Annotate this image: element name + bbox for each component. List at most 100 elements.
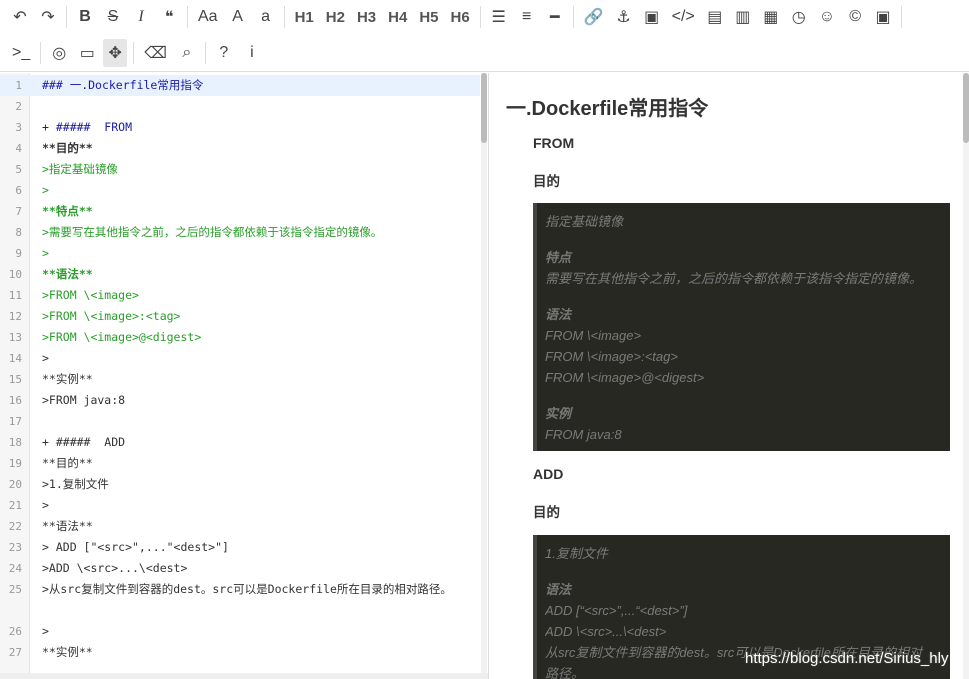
code-icon[interactable]: </> — [668, 3, 699, 31]
line-number: 8 — [15, 226, 22, 239]
code-file-icon[interactable]: ▥ — [731, 3, 755, 31]
bold-icon[interactable]: B — [73, 3, 97, 31]
clock-icon[interactable]: ◷ — [787, 3, 811, 31]
info-icon[interactable]: i — [240, 39, 264, 67]
anchor-icon[interactable]: ⚓ — [612, 3, 636, 31]
line-number: 10 — [8, 268, 22, 281]
copyright-icon[interactable]: © — [843, 3, 867, 31]
editor-horizontal-scrollbar[interactable] — [0, 673, 488, 679]
markdown-source-editor[interactable]: 1 ### 一.Dockerfile常用指令 2 3 + ##### FROM 4 **目的… — [0, 73, 489, 679]
toolbar-row-2: >_ ◎ ▭ ✥ ⌫ ⌕? i — [8, 37, 268, 69]
desktop-icon[interactable]: ▭ — [75, 39, 99, 67]
eraser-icon[interactable]: ⌫ — [140, 39, 171, 67]
editor-line[interactable]: 3 + ##### FROM — [0, 117, 480, 138]
table-icon[interactable]: ▦ — [759, 3, 783, 31]
line-number: 11 — [8, 289, 22, 302]
line-number: 25 — [8, 583, 22, 596]
editor-line[interactable]: 20 >1.复制文件 — [0, 474, 480, 495]
line-number: 20 — [8, 478, 22, 491]
eye-slash-icon[interactable]: ◎ — [47, 39, 71, 67]
terminal-icon[interactable]: >_ — [8, 39, 34, 67]
help-icon[interactable]: ? — [212, 39, 236, 67]
uppercase-a-icon[interactable]: A — [226, 3, 250, 31]
editor-line[interactable]: 16 >FROM java:8 — [0, 390, 480, 411]
editor-line[interactable]: 2 — [0, 96, 480, 117]
editor-line[interactable]: 10 **语法** — [0, 264, 480, 285]
redo-icon[interactable]: ↷ — [36, 3, 60, 31]
preview-scroll-thumb[interactable] — [963, 73, 969, 143]
code-block-icon[interactable]: ▤ — [703, 3, 727, 31]
emoji-icon[interactable]: ☺ — [815, 3, 839, 31]
editor-line[interactable]: 6 > — [0, 180, 480, 201]
image-icon[interactable]: ▣ — [640, 3, 664, 31]
fullscreen-icon[interactable]: ✥ — [103, 39, 128, 67]
editor-vertical-scrollbar[interactable] — [481, 73, 487, 679]
editor-line[interactable]: 18 + ##### ADD — [0, 432, 480, 453]
quote-gap — [545, 388, 942, 403]
h3-button[interactable]: H3 — [353, 3, 380, 31]
toolbar-row-1: ↶ ↷ B S I ❝ Aa Aa H1 H2 H3 H4 H5 H6 ☰ ≡ ━ 🔗 ⚓ ▣ </> ▤ ▥ ▦ ◷ ☺ © ▣ — [8, 1, 908, 33]
editor-line[interactable]: 22 **语法** — [0, 516, 480, 537]
preview-from-blockquote: 指定基础镜像 特点 需要写在其他指令之前，之后的指令都依赖于该指令指定的镜像。 语法 F… — [533, 203, 950, 451]
h4-button[interactable]: H4 — [384, 3, 411, 31]
link-icon[interactable]: 🔗 — [580, 3, 608, 31]
editor-line[interactable]: 23 > ADD ["<src>",..."<dest>"] — [0, 537, 480, 558]
unordered-list-icon[interactable]: ☰ — [487, 3, 511, 31]
quote-strong-text: 语法 — [545, 582, 572, 597]
lowercase-a-icon[interactable]: a — [254, 3, 278, 31]
quote-strong-text: 语法 — [545, 307, 572, 322]
line-text: **实例** — [42, 372, 93, 386]
toolbar-divider — [479, 6, 481, 28]
editor-line[interactable]: 27 **实例** — [0, 642, 480, 663]
watermark: https://blog.csdn.net/Sirius_hly — [745, 650, 949, 667]
quote-text: 1.复制文件 — [545, 546, 608, 561]
h2-button[interactable]: H2 — [322, 3, 349, 31]
editor-line[interactable]: 19 **目的** — [0, 453, 480, 474]
quote-strong-text: 特点 — [545, 250, 572, 265]
quote-text: ADD [“<src>”,...“<dest>”] — [545, 603, 688, 618]
editor-line[interactable]: 7 **特点** — [0, 201, 480, 222]
line-number: 12 — [8, 310, 22, 323]
editor-line[interactable]: 14 > — [0, 348, 480, 369]
editor-line[interactable]: 12 >FROM \<image>:<tag> — [0, 306, 480, 327]
editor-line[interactable]: 17 — [0, 411, 480, 432]
line-number: 2 — [15, 100, 22, 113]
italic-icon[interactable]: I — [129, 3, 153, 31]
undo-icon[interactable]: ↶ — [8, 3, 32, 31]
editor-line[interactable]: 9 > — [0, 243, 480, 264]
strikethrough-icon[interactable]: S — [101, 3, 125, 31]
editor-line[interactable]: 1 ### 一.Dockerfile常用指令 — [0, 75, 480, 96]
uppercase-icon[interactable]: Aa — [194, 3, 222, 31]
quote-text: ADD \<src>...\<dest> — [545, 624, 667, 639]
ordered-list-icon[interactable]: ≡ — [515, 3, 539, 31]
h6-button[interactable]: H6 — [447, 3, 474, 31]
h1-button[interactable]: H1 — [291, 3, 318, 31]
editor-line[interactable]: 13 >FROM \<image>@<digest> — [0, 327, 480, 348]
line-number: 16 — [8, 394, 22, 407]
editor-line[interactable]: 5 >指定基础镜像 — [0, 159, 480, 180]
editor-line[interactable]: 24 >ADD \<src>...\<dest> — [0, 558, 480, 579]
toolbar-divider — [133, 42, 135, 64]
editor-line[interactable]: 11 >FROM \<image> — [0, 285, 480, 306]
markdown-editor-app: ↶ ↷ B S I ❝ Aa Aa H1 H2 H3 H4 H5 H6 ☰ ≡ ━ 🔗 ⚓ ▣ </> ▤ ▥ ▦ ◷ ☺ © ▣ >… — [0, 0, 969, 679]
search-icon[interactable]: ⌕ — [175, 39, 199, 67]
quote-icon[interactable]: ❝ — [157, 3, 181, 31]
editor-scroll-thumb[interactable] — [481, 73, 487, 143]
h5-button[interactable]: H5 — [415, 3, 442, 31]
line-text: >ADD \<src>...\<dest> — [42, 561, 188, 575]
line-text: **语法** — [42, 267, 93, 281]
editor-line[interactable]: 25 >从src复制文件到容器的dest。src可以是Dockerfile所在目录… — [0, 579, 480, 621]
editor-line[interactable]: 21 > — [0, 495, 480, 516]
editor-line[interactable]: 26 > — [0, 621, 480, 642]
html-entities-icon[interactable]: ▣ — [871, 3, 895, 31]
horizontal-rule-icon[interactable]: ━ — [543, 3, 567, 31]
line-number: 18 — [8, 436, 22, 449]
line-number: 14 — [8, 352, 22, 365]
editor-line[interactable]: 4 **目的** — [0, 138, 480, 159]
line-number: 22 — [8, 520, 22, 533]
preview-vertical-scrollbar[interactable] — [963, 73, 969, 679]
editor-line[interactable]: 15 **实例** — [0, 369, 480, 390]
line-text: **特点** — [42, 204, 93, 218]
line-number: 21 — [8, 499, 22, 512]
editor-line[interactable]: 8 >需要写在其他指令之前，之后的指令都依赖于该指令指定的镜像。 — [0, 222, 480, 243]
